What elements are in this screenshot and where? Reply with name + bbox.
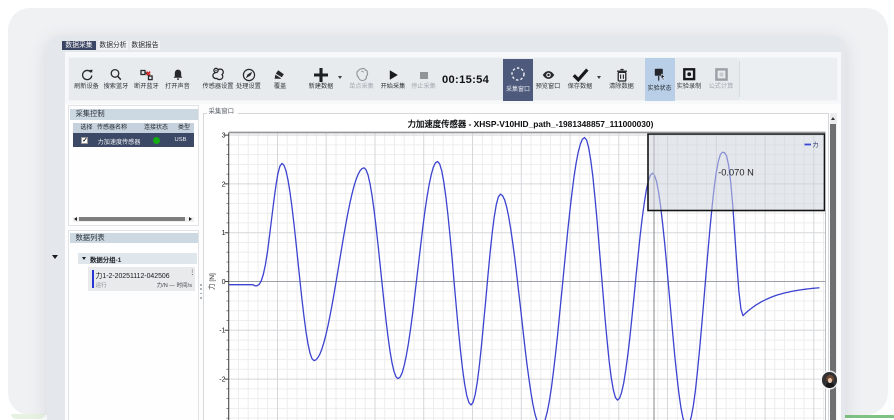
svg-text:-1: -1: [219, 328, 225, 335]
svg-text:-2: -2: [219, 377, 225, 384]
svg-text:力加速度传感器 - XHSP-V10HID_path_-19: 力加速度传感器 - XHSP-V10HID_path_-1981348857_1…: [408, 119, 654, 129]
svg-text:3: 3: [222, 133, 226, 140]
svg-text:2: 2: [222, 181, 226, 188]
svg-text:力 [N]: 力 [N]: [207, 273, 216, 290]
svg-text:-0.070 N: -0.070 N: [718, 168, 754, 178]
svg-text:力: 力: [813, 141, 819, 149]
svg-text:1: 1: [222, 230, 226, 237]
svg-text:0: 0: [222, 279, 226, 286]
